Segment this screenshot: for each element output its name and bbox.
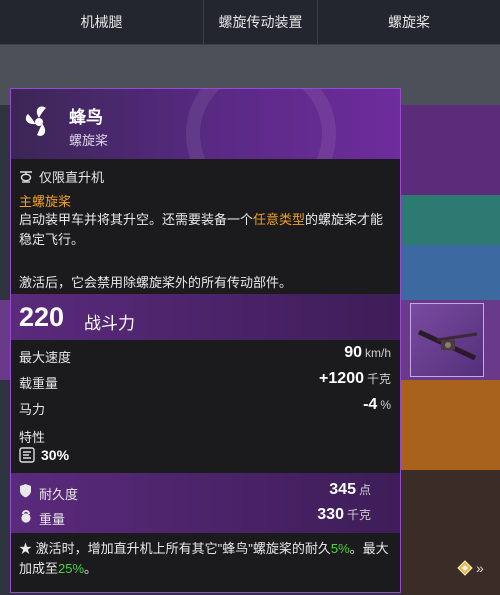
power-label: 战斗力 — [84, 314, 135, 333]
item-slot-relic[interactable] — [400, 470, 500, 595]
stat-value: +1200 — [319, 370, 364, 387]
note-pct-2: 25% — [58, 561, 85, 576]
stat-label: 最大速度 — [19, 350, 72, 365]
propeller-part-icon — [417, 329, 478, 361]
durability-weight-bar: 耐久度 345 点 重量 330 千克 — [11, 473, 400, 533]
note-text-3: 。 — [84, 561, 98, 576]
item-title: 蜂鸟 — [69, 108, 103, 127]
category-tabs: 机械腿 螺旋传动装置 螺旋桨 — [0, 0, 500, 45]
weight-value: 330 — [317, 506, 344, 523]
note-pct-1: 5% — [330, 541, 350, 556]
section-heading: 主螺旋桨 — [19, 194, 72, 209]
next-arrow-icon[interactable]: » — [476, 560, 484, 576]
activation-text: 激活后，它会禁用除螺旋桨外的所有传动部件。 — [19, 275, 293, 290]
tooltip-header: 蜂鸟 螺旋桨 — [11, 89, 400, 159]
bonus-note: ★ 激活时，增加直升机上所有其它"蜂鸟"螺旋桨的耐久5%。最大加成至25%。 — [19, 539, 393, 579]
weight-unit: 千克 — [346, 508, 371, 522]
trait-label: 特性 — [19, 430, 46, 445]
item-slot-epic[interactable] — [400, 105, 500, 195]
stat-value: 90 — [344, 344, 362, 361]
star-icon: ★ — [19, 541, 33, 556]
item-thumbnail[interactable] — [410, 303, 484, 377]
durability-label: 耐久度 — [39, 487, 79, 502]
item-slot-edge — [0, 300, 10, 380]
stat-load-capacity: 载重量 +1200 千克 — [19, 370, 391, 392]
stat-weight: 重量 330 千克 — [19, 506, 391, 528]
diamond-icon[interactable] — [457, 560, 473, 576]
power-score-bar: 220 战斗力 — [11, 294, 400, 340]
stat-value: -4 — [363, 396, 378, 413]
item-slot-rare[interactable] — [400, 245, 500, 300]
propeller-icon — [25, 106, 46, 136]
trait-row: 30% — [19, 447, 69, 463]
trait-icon — [19, 447, 35, 463]
item-type: 螺旋桨 — [69, 133, 109, 148]
item-tooltip-panel: 蜂鸟 螺旋桨 仅限直升机 主螺旋桨 启动装甲车并将其升空。还需要装备一个任意类型… — [10, 88, 401, 593]
desc-highlight: 任意类型 — [253, 212, 306, 227]
stat-label: 载重量 — [19, 376, 59, 391]
durability-unit: 点 — [358, 483, 371, 497]
faction-emblem-icon — [186, 89, 336, 159]
stat-durability: 耐久度 345 点 — [19, 481, 391, 503]
power-value: 220 — [19, 302, 65, 332]
kettlebell-icon — [21, 510, 31, 523]
stat-unit: 千克 — [366, 372, 391, 386]
stat-label: 马力 — [19, 402, 46, 417]
restriction-text: 仅限直升机 — [39, 170, 105, 185]
restriction-row: 仅限直升机 — [19, 167, 104, 186]
stat-max-speed: 最大速度 90 km/h — [19, 344, 391, 366]
durability-value: 345 — [329, 481, 356, 498]
tab-mech-legs[interactable]: 机械腿 — [0, 0, 204, 44]
helicopter-icon — [20, 170, 32, 183]
stat-unit: % — [380, 398, 391, 412]
tab-screw-drive[interactable]: 螺旋传动装置 — [204, 0, 318, 44]
item-description: 启动装甲车并将其升空。还需要装备一个任意类型的螺旋桨才能稳定飞行。 — [19, 210, 391, 250]
item-slot-uncommon[interactable] — [400, 195, 500, 245]
note-text-1: 激活时，增加直升机上所有其它"蜂鸟"螺旋桨的耐久 — [35, 541, 331, 556]
stat-horsepower: 马力 -4% — [19, 396, 391, 418]
trait-value: 30% — [41, 447, 70, 463]
tab-propellers[interactable]: 螺旋桨 — [318, 0, 500, 44]
weight-label: 重量 — [39, 512, 66, 527]
desc-text-1: 启动装甲车并将其升空。还需要装备一个 — [19, 212, 254, 227]
item-slot-legendary[interactable] — [400, 380, 500, 470]
stat-unit: km/h — [364, 346, 391, 360]
shield-icon — [20, 484, 31, 498]
